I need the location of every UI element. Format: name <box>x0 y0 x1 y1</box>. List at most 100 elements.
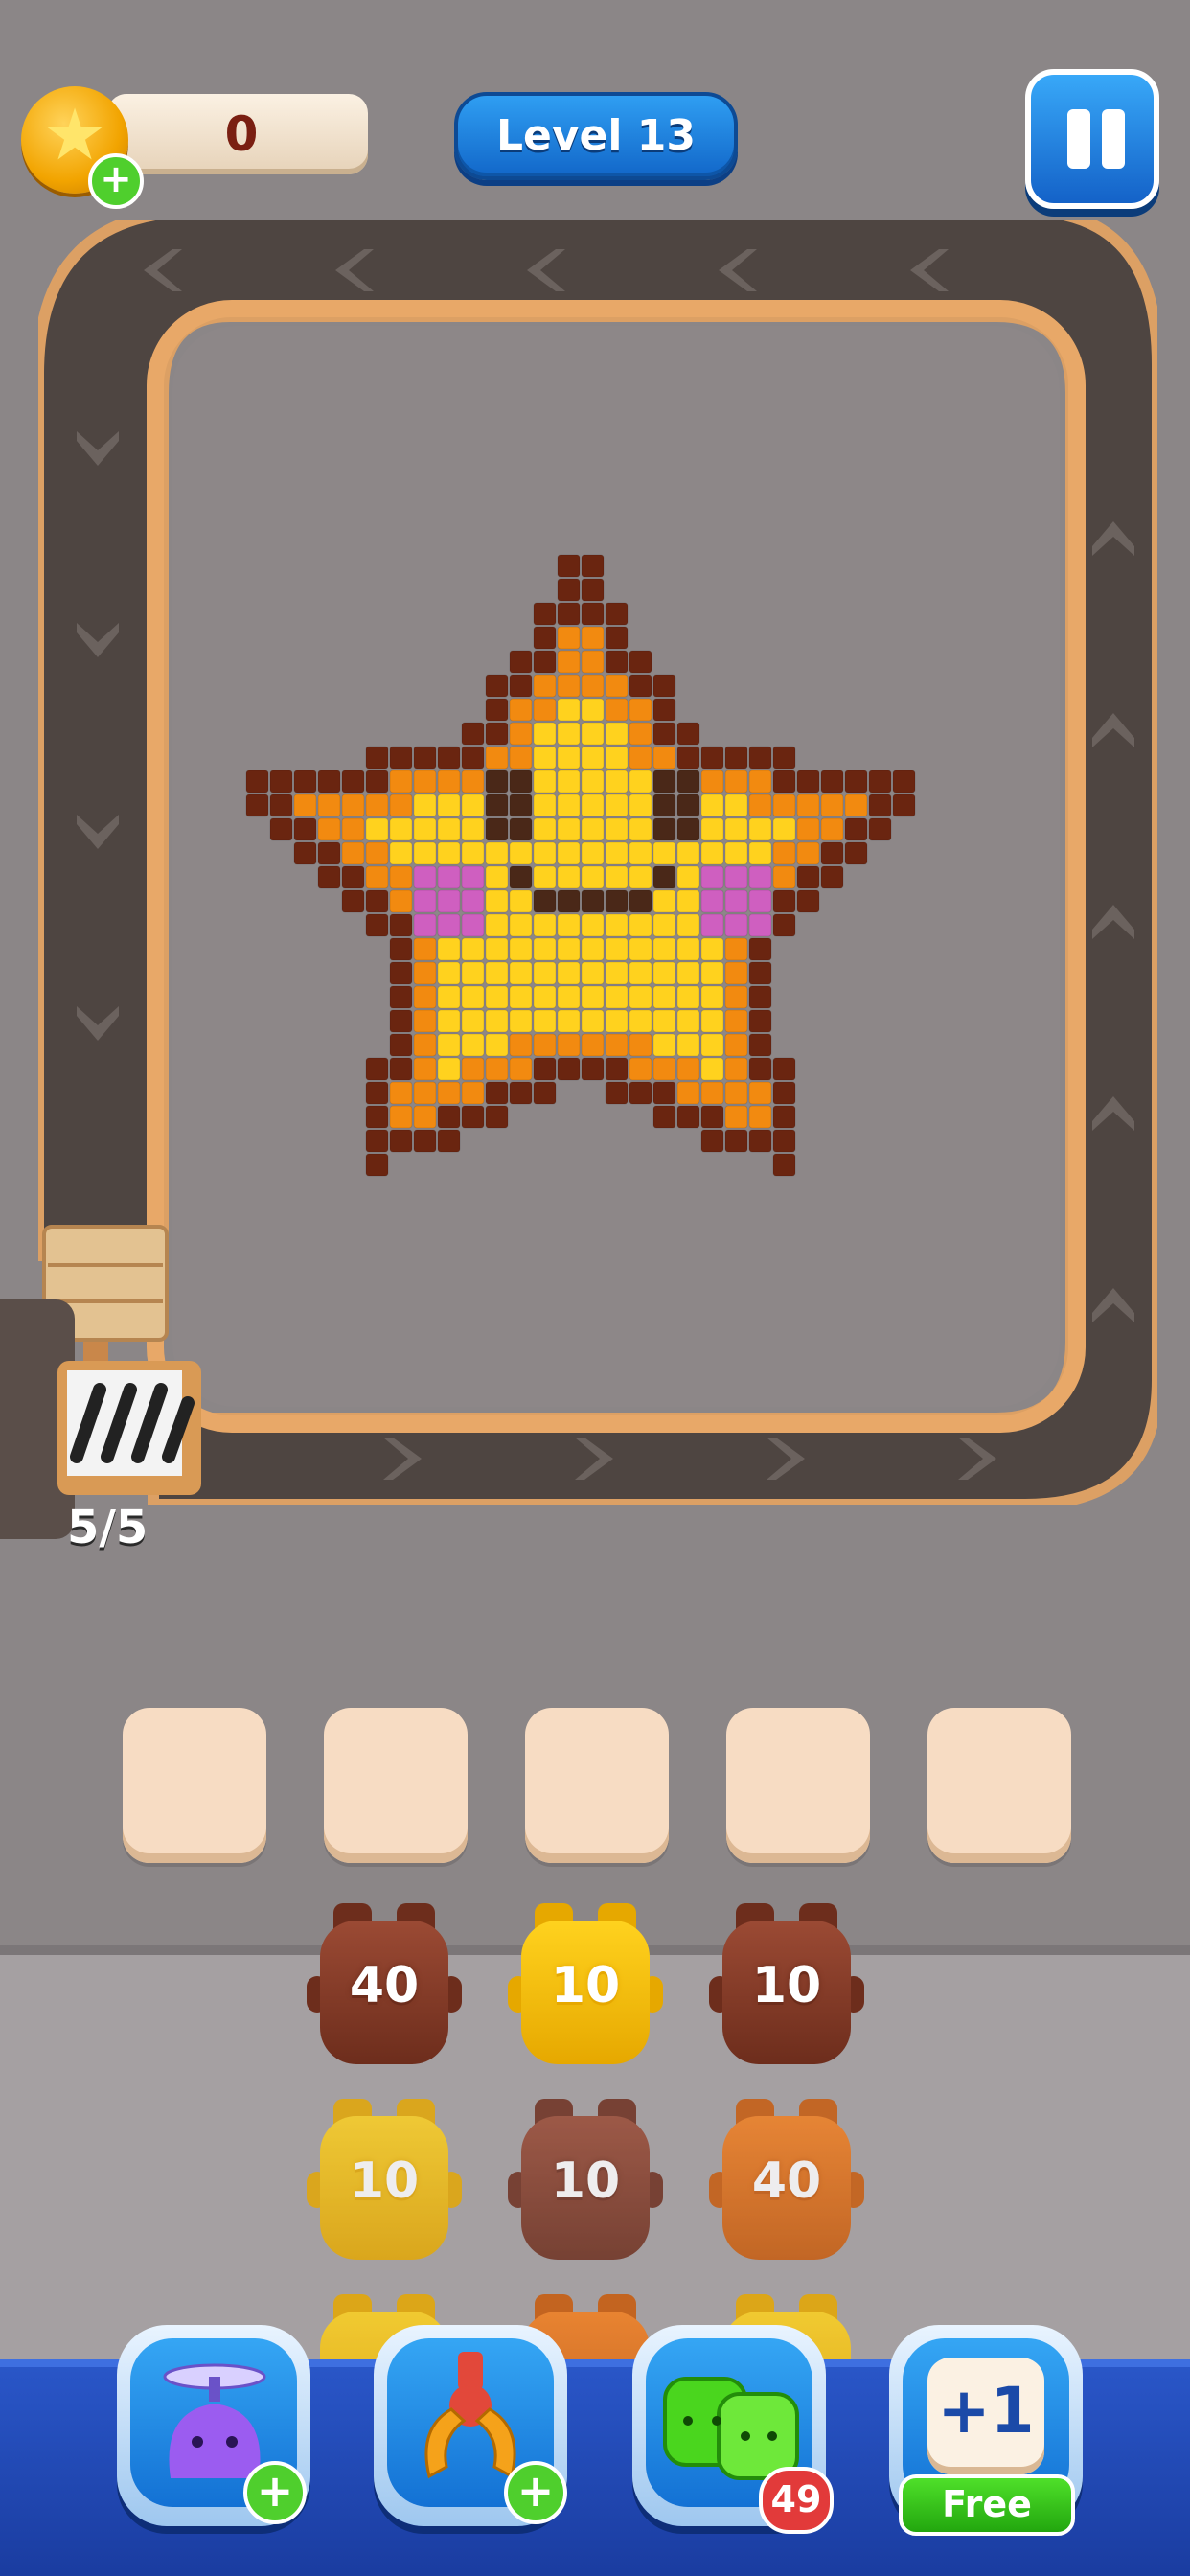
pixel-cell <box>533 602 557 626</box>
pixel-cell <box>700 1129 724 1153</box>
pixel-cell <box>605 602 629 626</box>
pixel-cell <box>461 770 485 794</box>
pixel-cell <box>652 1081 676 1105</box>
pixel-cell <box>557 554 581 578</box>
pixel-cell <box>413 1033 437 1057</box>
pixel-cell <box>557 698 581 722</box>
pixel-cell <box>844 794 868 817</box>
pixel-cell <box>724 770 748 794</box>
pixel-cell <box>557 602 581 626</box>
pixel-cell <box>437 913 461 937</box>
pixel-cell <box>317 841 341 865</box>
pixel-cell <box>748 746 772 770</box>
pixel-cell <box>700 817 724 841</box>
pixel-cell <box>748 913 772 937</box>
pixel-cell <box>365 746 389 770</box>
pixel-cell <box>724 746 748 770</box>
pixel-cell <box>724 1009 748 1033</box>
pixel-cell <box>676 913 700 937</box>
pixel-cell <box>796 770 820 794</box>
pixel-cell <box>724 817 748 841</box>
jelly-block-yellow[interactable]: 10 <box>508 1903 663 2068</box>
pixel-cell <box>700 961 724 985</box>
pixel-cell <box>461 1057 485 1081</box>
pixel-cell <box>724 1105 748 1129</box>
pixel-cell <box>557 1033 581 1057</box>
jelly-block-brown[interactable]: 40 <box>307 1903 462 2068</box>
pixel-cell <box>676 1033 700 1057</box>
pixel-cell <box>772 1105 796 1129</box>
pixel-cell <box>724 794 748 817</box>
pixel-cell <box>652 1057 676 1081</box>
dispenser-roller <box>57 1361 201 1495</box>
pixel-cell <box>700 770 724 794</box>
pixel-cell <box>629 913 652 937</box>
pixel-cell <box>413 817 437 841</box>
pixel-cell <box>581 817 605 841</box>
jelly-pair-booster[interactable]: 49 <box>632 2325 834 2534</box>
pixel-cell <box>557 961 581 985</box>
pixel-cell <box>796 817 820 841</box>
jelly-block-brown[interactable]: 10 <box>709 1903 864 2068</box>
pixel-cell <box>652 1033 676 1057</box>
pixel-cell <box>820 794 844 817</box>
pixel-cell <box>509 817 533 841</box>
pixel-cell <box>461 817 485 841</box>
pixel-cell <box>389 1105 413 1129</box>
pixel-cell <box>629 650 652 674</box>
pixel-cell <box>605 1081 629 1105</box>
pixel-cell <box>245 770 269 794</box>
pause-button[interactable] <box>1025 69 1159 209</box>
pixel-cell <box>413 841 437 865</box>
pixel-cell <box>485 1033 509 1057</box>
extra-slot-booster[interactable]: +1 Free <box>889 2325 1083 2536</box>
block-value: 10 <box>349 2152 420 2210</box>
fan-jelly-booster[interactable]: + <box>117 2325 310 2526</box>
pixel-cell <box>652 722 676 746</box>
pixel-cell <box>365 889 389 913</box>
pixel-cell <box>748 1033 772 1057</box>
pixel-cell <box>485 674 509 698</box>
pixel-cell <box>629 1009 652 1033</box>
claw-booster[interactable]: + <box>374 2325 567 2526</box>
pixel-cell <box>844 817 868 841</box>
pixel-cell <box>700 746 724 770</box>
pixel-cell <box>485 698 509 722</box>
pixel-cell <box>748 841 772 865</box>
pixel-cell <box>533 650 557 674</box>
pixel-cell <box>293 770 317 794</box>
pixel-cell <box>461 1081 485 1105</box>
pixel-cell <box>461 1033 485 1057</box>
pixel-cell <box>365 817 389 841</box>
pixel-cell <box>605 746 629 770</box>
add-booster-button[interactable]: + <box>243 2461 307 2524</box>
pixel-cell <box>700 985 724 1009</box>
pixel-cell <box>892 770 916 794</box>
pixel-cell <box>341 889 365 913</box>
pixel-cell <box>748 1057 772 1081</box>
pixel-cell <box>796 889 820 913</box>
pixel-cell <box>629 817 652 841</box>
free-badge[interactable]: Free <box>899 2474 1075 2536</box>
pixel-cell <box>676 746 700 770</box>
pixel-cell <box>652 985 676 1009</box>
pixel-cell <box>509 865 533 889</box>
pixel-cell <box>413 937 437 961</box>
coin-counter[interactable]: 0 ★ + <box>21 86 368 209</box>
pixel-cell <box>820 841 844 865</box>
pixel-cell <box>413 1129 437 1153</box>
pixel-cell <box>389 1081 413 1105</box>
pixel-cell <box>437 937 461 961</box>
pixel-cell <box>724 985 748 1009</box>
pixel-cell <box>389 937 413 961</box>
pixel-cell <box>629 1057 652 1081</box>
pixel-cell <box>509 985 533 1009</box>
add-booster-button[interactable]: + <box>504 2461 567 2524</box>
pixel-cell <box>389 1033 413 1057</box>
pixel-cell <box>652 698 676 722</box>
pixel-cell <box>581 674 605 698</box>
pixel-cell <box>676 961 700 985</box>
add-coins-button[interactable]: + <box>88 153 144 209</box>
pixel-cell <box>557 889 581 913</box>
pixel-cell <box>413 1009 437 1033</box>
